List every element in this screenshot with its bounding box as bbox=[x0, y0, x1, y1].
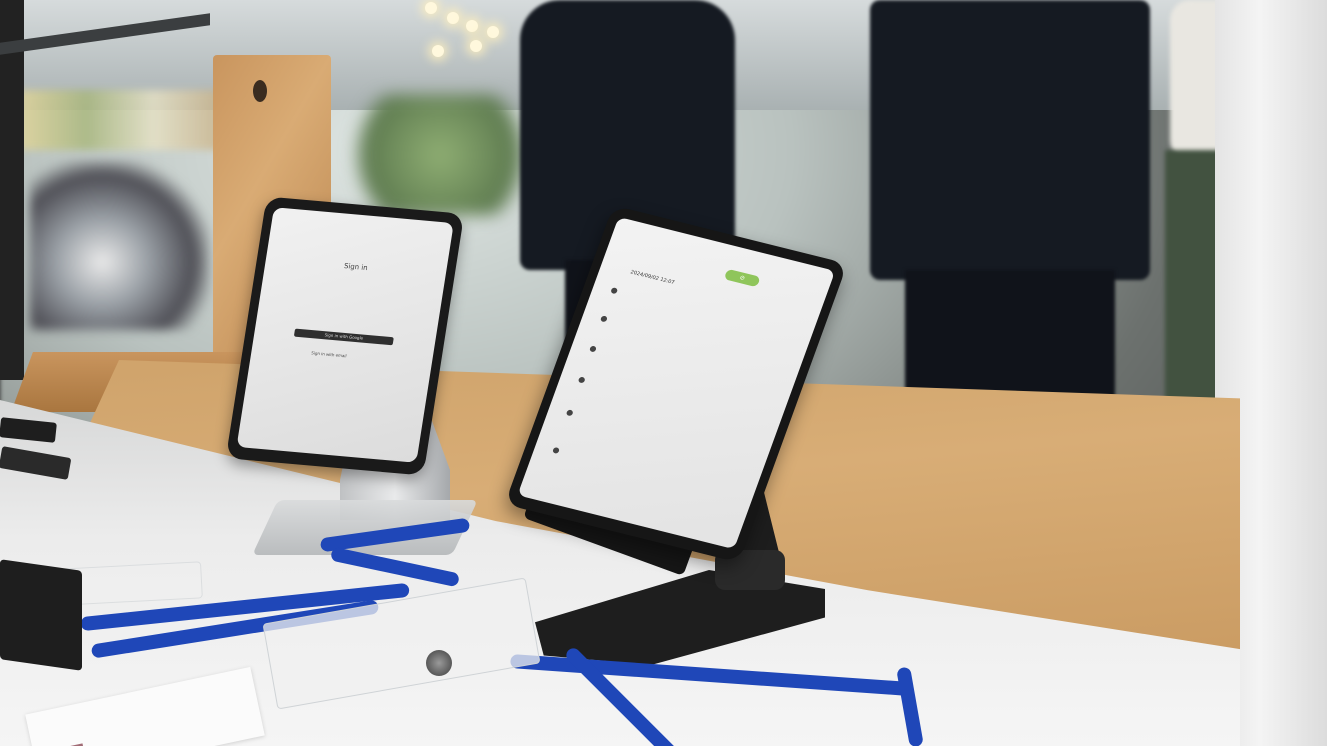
ceiling-light bbox=[425, 2, 437, 14]
avatar-icon bbox=[552, 446, 560, 454]
avatar-icon bbox=[565, 409, 574, 417]
signin-title: Sign in bbox=[343, 262, 369, 273]
ceiling-light bbox=[487, 26, 499, 38]
ceiling-light bbox=[466, 20, 478, 32]
lanyard-clip bbox=[426, 650, 452, 676]
person-torso bbox=[870, 0, 1150, 280]
background-crowd bbox=[30, 160, 210, 330]
avatar-icon bbox=[599, 315, 608, 323]
chat-message bbox=[552, 446, 730, 498]
dark-device bbox=[0, 559, 82, 671]
background-window bbox=[20, 90, 220, 150]
phone-screen: Sign in Sign in with Google Sign in with… bbox=[236, 207, 454, 463]
avatar-icon bbox=[577, 376, 586, 384]
chat-tab-pill: ⊘ bbox=[723, 268, 761, 288]
chat-header: 2024/09/02 12:07 bbox=[629, 269, 676, 286]
background-plants bbox=[330, 95, 550, 215]
avatar-icon bbox=[610, 287, 619, 295]
shelf-frame bbox=[0, 0, 24, 380]
ceiling-light bbox=[447, 12, 459, 24]
board-hole bbox=[253, 80, 267, 102]
ceiling-light bbox=[470, 40, 482, 52]
photo-scene: Sign in Sign in with Google Sign in with… bbox=[0, 0, 1327, 746]
smartphone-left: Sign in Sign in with Google Sign in with… bbox=[225, 196, 465, 476]
avatar-icon bbox=[589, 345, 597, 353]
signin-button: Sign in with Google bbox=[293, 328, 394, 346]
ceiling-light bbox=[432, 45, 444, 57]
signin-secondary: Sign in with email bbox=[310, 350, 347, 359]
